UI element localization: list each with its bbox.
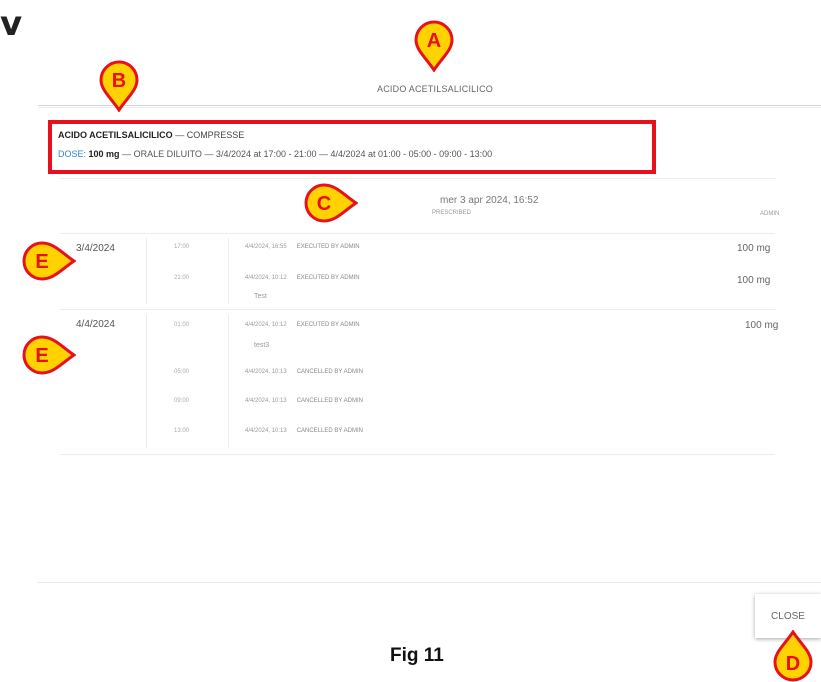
entry-note: test3 (254, 342, 270, 349)
callout-b-label: B (112, 70, 126, 92)
dialog-title: ACIDO ACETILSALICILICO (377, 84, 493, 94)
table-top-divider (60, 233, 775, 234)
day-divider (60, 309, 775, 310)
admin-dose: 100 mg (745, 320, 779, 331)
callout-e-marker: E (22, 335, 76, 375)
event-status: EXECUTED BY ADMIN (296, 322, 360, 328)
event-entry: 4/4/2024, 10:12 EXECUTED BY ADMIN (245, 322, 360, 328)
callout-e-marker: E (22, 241, 76, 281)
event-time: 4/4/2024, 10:13 (245, 369, 287, 375)
callout-c-label: C (317, 193, 331, 215)
corner-text: v (0, 4, 23, 44)
header-divider-shadow (38, 107, 821, 108)
event-time: 4/4/2024, 10:13 (245, 428, 287, 434)
event-entry: 4/4/2024, 10:13 CANCELLED BY ADMIN (245, 428, 363, 434)
event-status: CANCELLED BY ADMIN (296, 428, 363, 434)
event-entry: 4/4/2024, 10:12 EXECUTED BY ADMIN (245, 275, 360, 281)
callout-d-marker: D (773, 630, 813, 682)
event-entry: 4/4/2024, 10:13 CANCELLED BY ADMIN (245, 369, 363, 375)
event-entry: 4/4/2024, 16:55 EXECUTED BY ADMIN (245, 244, 360, 250)
event-time: 4/4/2024, 10:12 (245, 275, 287, 281)
admin-dose: 100 mg (737, 275, 771, 286)
callout-b-marker: B (99, 60, 139, 112)
footer-divider (38, 582, 821, 583)
event-time: 4/4/2024, 16:55 (245, 244, 287, 250)
summary-highlight-box (48, 120, 656, 174)
scheduled-time: 13:00 (174, 428, 190, 434)
event-status: EXECUTED BY ADMIN (296, 275, 360, 281)
scheduled-time: 21:00 (174, 275, 190, 281)
callout-e-label: E (35, 345, 48, 367)
figure-caption: Fig 11 (390, 645, 444, 666)
event-time: 4/4/2024, 10:13 (245, 398, 287, 404)
column-separator (146, 314, 147, 448)
event-entry: 4/4/2024, 10:13 CANCELLED BY ADMIN (245, 398, 363, 404)
table-bottom-divider (60, 454, 775, 455)
scheduled-time: 05:00 (174, 369, 190, 375)
entry-note: Test (254, 293, 267, 300)
event-status: CANCELLED BY ADMIN (296, 398, 363, 404)
column-header-prescribed: PRESCRIBED (432, 210, 472, 216)
header-divider (38, 105, 821, 106)
scheduled-time: 17:00 (174, 244, 190, 250)
callout-a-marker: A (414, 20, 454, 72)
summary-divider (60, 178, 775, 179)
day-date: 4/4/2024 (76, 319, 115, 330)
admin-dose: 100 mg (737, 243, 771, 254)
current-timestamp: mer 3 apr 2024, 16:52 (440, 195, 539, 206)
callout-c-marker: C (304, 183, 358, 223)
column-separator (228, 314, 229, 448)
column-header-admin: ADMIN (760, 211, 780, 217)
callout-e-label: E (35, 251, 48, 273)
scheduled-time: 09:00 (174, 398, 190, 404)
event-time: 4/4/2024, 10:12 (245, 322, 287, 328)
day-date: 3/4/2024 (76, 243, 115, 254)
callout-d-label: D (786, 653, 800, 675)
event-status: EXECUTED BY ADMIN (296, 244, 360, 250)
scheduled-time: 01:00 (174, 322, 190, 328)
column-separator (146, 238, 147, 304)
callout-a-label: A (427, 30, 441, 52)
event-status: CANCELLED BY ADMIN (296, 369, 363, 375)
column-separator (228, 238, 229, 304)
